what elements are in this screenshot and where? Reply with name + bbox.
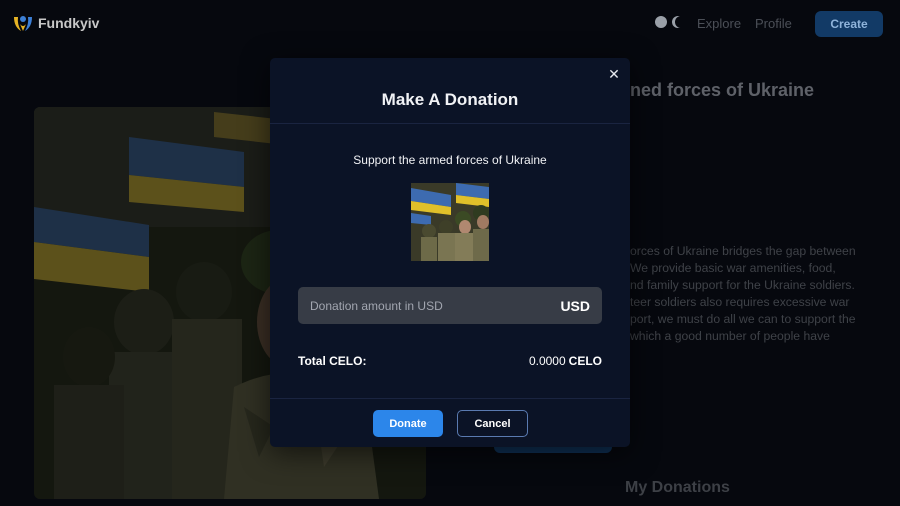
light-mode-icon[interactable] xyxy=(655,16,667,28)
donation-amount-input[interactable] xyxy=(310,298,561,313)
donation-modal: ✕ Make A Donation Support the armed forc… xyxy=(270,58,630,447)
donate-button[interactable]: Donate xyxy=(373,410,443,437)
campaign-name: Support the armed forces of Ukraine xyxy=(353,153,547,167)
close-icon[interactable]: ✕ xyxy=(606,66,622,82)
total-label: Total CELO: xyxy=(298,354,367,368)
total-value: 0.0000 CELO xyxy=(529,354,602,368)
total-unit: CELO xyxy=(568,354,602,368)
nav-profile-link[interactable]: Profile xyxy=(755,16,792,31)
currency-label: USD xyxy=(560,297,590,314)
campaign-description: orces of Ukraine bridges the gap between… xyxy=(630,243,890,345)
campaign-thumbnail xyxy=(411,183,489,261)
description-line: which a good number of people have xyxy=(630,329,830,343)
modal-title: Make A Donation xyxy=(381,90,519,109)
theme-toggle[interactable] xyxy=(655,16,683,28)
donation-amount-field[interactable]: USD xyxy=(298,287,602,324)
my-donations-heading: My Donations xyxy=(625,479,730,496)
app-name: Fundkyiv xyxy=(38,15,100,31)
description-line: orces of Ukraine bridges the gap between xyxy=(630,244,856,258)
cancel-button[interactable]: Cancel xyxy=(457,410,528,437)
app-logo[interactable]: Fundkyiv xyxy=(12,13,99,33)
navbar: Fundkyiv Explore Profile Create xyxy=(0,0,900,48)
nav-explore-link[interactable]: Explore xyxy=(697,16,741,31)
total-amount: 0.0000 xyxy=(528,354,566,368)
logo-icon xyxy=(14,16,32,31)
create-button[interactable]: Create xyxy=(815,11,883,37)
description-line: teer soldiers also requires excessive wa… xyxy=(630,295,850,309)
campaign-title: ned forces of Ukraine xyxy=(630,80,815,100)
divider xyxy=(270,123,630,124)
description-line: We provide basic war amenities, food, xyxy=(630,261,836,275)
divider xyxy=(270,398,630,399)
dark-mode-icon[interactable] xyxy=(675,16,687,28)
description-line: nd family support for the Ukraine soldie… xyxy=(630,278,855,292)
description-line: port, we must do all we can to support t… xyxy=(630,312,856,326)
